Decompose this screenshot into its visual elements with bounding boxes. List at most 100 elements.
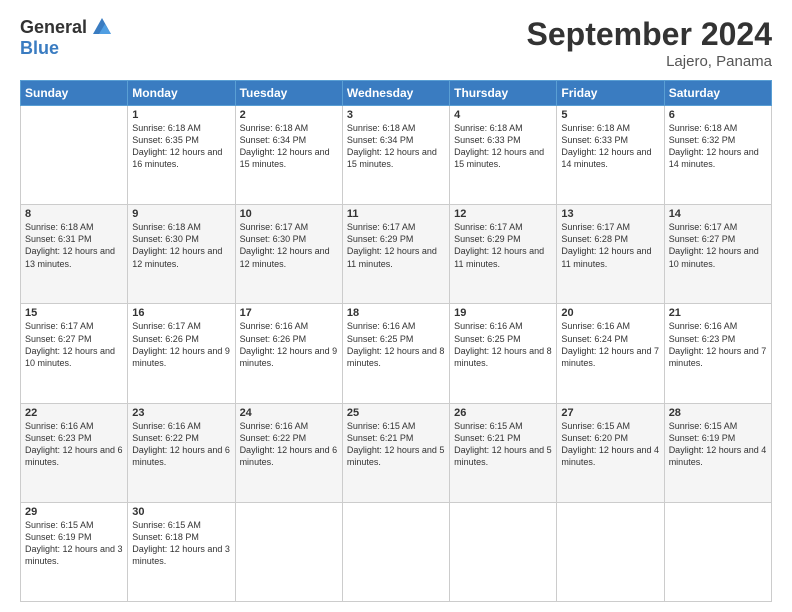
- table-row: 12 Sunrise: 6:17 AM Sunset: 6:29 PM Dayl…: [450, 205, 557, 304]
- table-row: 22 Sunrise: 6:16 AM Sunset: 6:23 PM Dayl…: [21, 403, 128, 502]
- day-info: Sunrise: 6:15 AM Sunset: 6:19 PM Dayligh…: [25, 519, 123, 568]
- day-number: 2: [240, 109, 338, 121]
- table-row: 30 Sunrise: 6:15 AM Sunset: 6:18 PM Dayl…: [128, 502, 235, 601]
- col-wednesday: Wednesday: [342, 81, 449, 106]
- day-info: Sunrise: 6:18 AM Sunset: 6:31 PM Dayligh…: [25, 221, 123, 270]
- table-row: 5 Sunrise: 6:18 AM Sunset: 6:33 PM Dayli…: [557, 106, 664, 205]
- day-info: Sunrise: 6:17 AM Sunset: 6:27 PM Dayligh…: [25, 320, 123, 369]
- day-number: 8: [25, 208, 123, 220]
- day-number: 27: [561, 407, 659, 419]
- day-info: Sunrise: 6:17 AM Sunset: 6:30 PM Dayligh…: [240, 221, 338, 270]
- calendar-week-3: 22 Sunrise: 6:16 AM Sunset: 6:23 PM Dayl…: [21, 403, 772, 502]
- day-info: Sunrise: 6:18 AM Sunset: 6:33 PM Dayligh…: [561, 122, 659, 171]
- day-info: Sunrise: 6:16 AM Sunset: 6:22 PM Dayligh…: [240, 420, 338, 469]
- table-row: 28 Sunrise: 6:15 AM Sunset: 6:19 PM Dayl…: [664, 403, 771, 502]
- calendar-week-0: 1 Sunrise: 6:18 AM Sunset: 6:35 PM Dayli…: [21, 106, 772, 205]
- location: Lajero, Panama: [527, 53, 772, 70]
- logo-blue: Blue: [20, 38, 59, 58]
- day-info: Sunrise: 6:18 AM Sunset: 6:34 PM Dayligh…: [347, 122, 445, 171]
- day-info: Sunrise: 6:17 AM Sunset: 6:28 PM Dayligh…: [561, 221, 659, 270]
- table-row: 11 Sunrise: 6:17 AM Sunset: 6:29 PM Dayl…: [342, 205, 449, 304]
- day-number: 24: [240, 407, 338, 419]
- table-row: 24 Sunrise: 6:16 AM Sunset: 6:22 PM Dayl…: [235, 403, 342, 502]
- day-info: Sunrise: 6:17 AM Sunset: 6:26 PM Dayligh…: [132, 320, 230, 369]
- calendar-week-2: 15 Sunrise: 6:17 AM Sunset: 6:27 PM Dayl…: [21, 304, 772, 403]
- day-number: 10: [240, 208, 338, 220]
- table-row: 16 Sunrise: 6:17 AM Sunset: 6:26 PM Dayl…: [128, 304, 235, 403]
- calendar-table: Sunday Monday Tuesday Wednesday Thursday…: [20, 80, 772, 602]
- logo-icon: [91, 16, 113, 38]
- day-number: 21: [669, 307, 767, 319]
- day-info: Sunrise: 6:18 AM Sunset: 6:34 PM Dayligh…: [240, 122, 338, 171]
- table-row: [664, 502, 771, 601]
- day-number: 20: [561, 307, 659, 319]
- day-number: 16: [132, 307, 230, 319]
- table-row: 27 Sunrise: 6:15 AM Sunset: 6:20 PM Dayl…: [557, 403, 664, 502]
- table-row: 2 Sunrise: 6:18 AM Sunset: 6:34 PM Dayli…: [235, 106, 342, 205]
- logo: General Blue: [20, 16, 113, 59]
- month-title: September 2024: [527, 16, 772, 53]
- table-row: 17 Sunrise: 6:16 AM Sunset: 6:26 PM Dayl…: [235, 304, 342, 403]
- day-number: 4: [454, 109, 552, 121]
- day-info: Sunrise: 6:16 AM Sunset: 6:26 PM Dayligh…: [240, 320, 338, 369]
- day-info: Sunrise: 6:15 AM Sunset: 6:19 PM Dayligh…: [669, 420, 767, 469]
- day-number: 14: [669, 208, 767, 220]
- day-number: 18: [347, 307, 445, 319]
- day-number: 29: [25, 506, 123, 518]
- day-number: 6: [669, 109, 767, 121]
- day-info: Sunrise: 6:15 AM Sunset: 6:18 PM Dayligh…: [132, 519, 230, 568]
- col-saturday: Saturday: [664, 81, 771, 106]
- table-row: 19 Sunrise: 6:16 AM Sunset: 6:25 PM Dayl…: [450, 304, 557, 403]
- day-info: Sunrise: 6:16 AM Sunset: 6:25 PM Dayligh…: [454, 320, 552, 369]
- table-row: 26 Sunrise: 6:15 AM Sunset: 6:21 PM Dayl…: [450, 403, 557, 502]
- col-friday: Friday: [557, 81, 664, 106]
- table-row: 14 Sunrise: 6:17 AM Sunset: 6:27 PM Dayl…: [664, 205, 771, 304]
- table-row: 23 Sunrise: 6:16 AM Sunset: 6:22 PM Dayl…: [128, 403, 235, 502]
- day-number: 13: [561, 208, 659, 220]
- table-row: [450, 502, 557, 601]
- day-info: Sunrise: 6:15 AM Sunset: 6:20 PM Dayligh…: [561, 420, 659, 469]
- table-row: 3 Sunrise: 6:18 AM Sunset: 6:34 PM Dayli…: [342, 106, 449, 205]
- col-sunday: Sunday: [21, 81, 128, 106]
- day-info: Sunrise: 6:18 AM Sunset: 6:33 PM Dayligh…: [454, 122, 552, 171]
- day-info: Sunrise: 6:15 AM Sunset: 6:21 PM Dayligh…: [454, 420, 552, 469]
- day-number: 3: [347, 109, 445, 121]
- day-number: 23: [132, 407, 230, 419]
- day-number: 25: [347, 407, 445, 419]
- day-info: Sunrise: 6:18 AM Sunset: 6:32 PM Dayligh…: [669, 122, 767, 171]
- table-row: 6 Sunrise: 6:18 AM Sunset: 6:32 PM Dayli…: [664, 106, 771, 205]
- table-row: 9 Sunrise: 6:18 AM Sunset: 6:30 PM Dayli…: [128, 205, 235, 304]
- day-number: 30: [132, 506, 230, 518]
- table-row: 10 Sunrise: 6:17 AM Sunset: 6:30 PM Dayl…: [235, 205, 342, 304]
- calendar-week-1: 8 Sunrise: 6:18 AM Sunset: 6:31 PM Dayli…: [21, 205, 772, 304]
- header: General Blue September 2024 Lajero, Pana…: [20, 16, 772, 70]
- day-info: Sunrise: 6:16 AM Sunset: 6:23 PM Dayligh…: [669, 320, 767, 369]
- day-info: Sunrise: 6:16 AM Sunset: 6:22 PM Dayligh…: [132, 420, 230, 469]
- day-number: 19: [454, 307, 552, 319]
- table-row: [557, 502, 664, 601]
- day-info: Sunrise: 6:17 AM Sunset: 6:27 PM Dayligh…: [669, 221, 767, 270]
- day-number: 1: [132, 109, 230, 121]
- day-number: 5: [561, 109, 659, 121]
- table-row: [342, 502, 449, 601]
- table-row: 13 Sunrise: 6:17 AM Sunset: 6:28 PM Dayl…: [557, 205, 664, 304]
- day-info: Sunrise: 6:16 AM Sunset: 6:25 PM Dayligh…: [347, 320, 445, 369]
- page: General Blue September 2024 Lajero, Pana…: [0, 0, 792, 612]
- table-row: 18 Sunrise: 6:16 AM Sunset: 6:25 PM Dayl…: [342, 304, 449, 403]
- table-row: 4 Sunrise: 6:18 AM Sunset: 6:33 PM Dayli…: [450, 106, 557, 205]
- day-number: 28: [669, 407, 767, 419]
- calendar-week-4: 29 Sunrise: 6:15 AM Sunset: 6:19 PM Dayl…: [21, 502, 772, 601]
- day-info: Sunrise: 6:17 AM Sunset: 6:29 PM Dayligh…: [347, 221, 445, 270]
- day-number: 17: [240, 307, 338, 319]
- col-thursday: Thursday: [450, 81, 557, 106]
- day-info: Sunrise: 6:16 AM Sunset: 6:24 PM Dayligh…: [561, 320, 659, 369]
- day-number: 12: [454, 208, 552, 220]
- day-info: Sunrise: 6:17 AM Sunset: 6:29 PM Dayligh…: [454, 221, 552, 270]
- day-info: Sunrise: 6:18 AM Sunset: 6:30 PM Dayligh…: [132, 221, 230, 270]
- col-monday: Monday: [128, 81, 235, 106]
- col-tuesday: Tuesday: [235, 81, 342, 106]
- day-info: Sunrise: 6:15 AM Sunset: 6:21 PM Dayligh…: [347, 420, 445, 469]
- table-row: [235, 502, 342, 601]
- table-row: 8 Sunrise: 6:18 AM Sunset: 6:31 PM Dayli…: [21, 205, 128, 304]
- day-number: 26: [454, 407, 552, 419]
